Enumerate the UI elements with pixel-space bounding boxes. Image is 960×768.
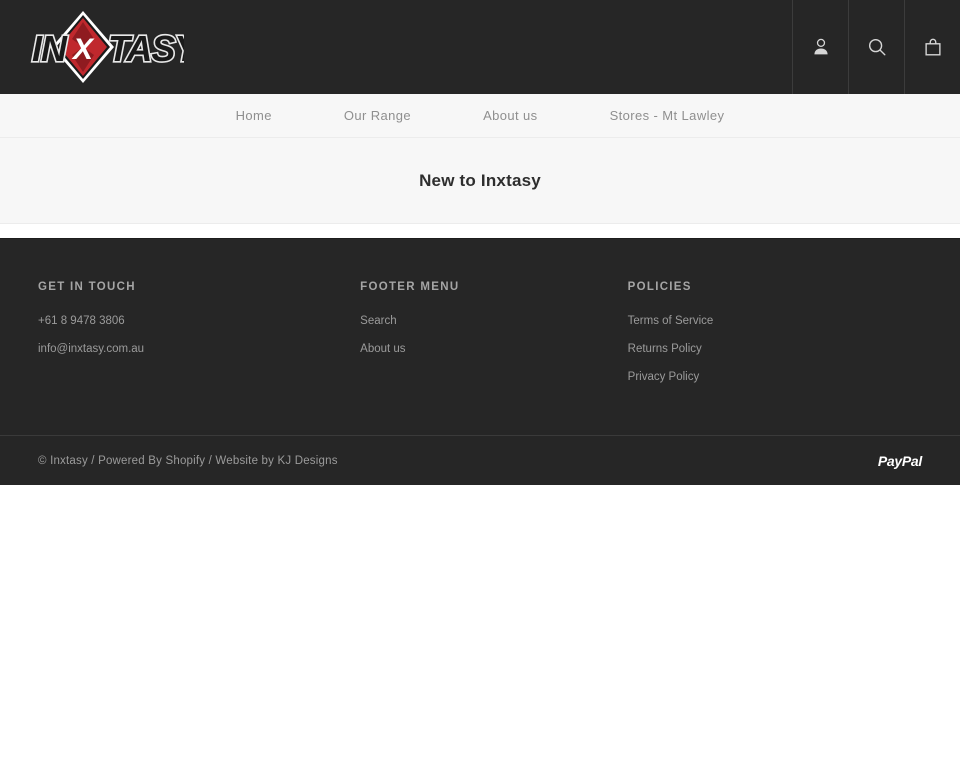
footer-link-search[interactable]: Search — [360, 311, 628, 331]
svg-text:TASY: TASY — [108, 28, 184, 69]
footer-heading-footer-menu: FOOTER MENU — [360, 281, 460, 293]
footer-email[interactable]: info@inxtasy.com.au — [38, 339, 360, 359]
svg-text:X: X — [71, 33, 95, 66]
nav-list: Home Our Range About us Stores - Mt Lawl… — [200, 108, 761, 123]
footer-column-policies: POLICIES Terms of Service Returns Policy… — [628, 281, 922, 395]
page-title: New to Inxtasy — [419, 170, 541, 190]
site-header: IN TASY X — [0, 0, 960, 94]
account-icon-glyph — [813, 38, 828, 55]
footer-link-privacy-policy[interactable]: Privacy Policy — [628, 367, 922, 387]
footer-column-footer-menu: FOOTER MENU Search About us — [360, 281, 628, 395]
paypal-icon: PayPal — [877, 452, 922, 469]
main-navigation: Home Our Range About us Stores - Mt Lawl… — [0, 94, 960, 138]
footer-link-returns-policy[interactable]: Returns Policy — [628, 339, 922, 359]
footer-phone[interactable]: +61 8 9478 3806 — [38, 311, 360, 331]
footer-column-get-in-touch: GET IN TOUCH +61 8 9478 3806 info@inxtas… — [38, 281, 360, 395]
footer-link-terms-of-service[interactable]: Terms of Service — [628, 311, 922, 331]
nav-item-home[interactable]: Home — [200, 108, 308, 123]
copyright-text: © Inxtasy / Powered By Shopify / Website… — [38, 454, 338, 467]
search-icon[interactable] — [848, 0, 904, 94]
cart-icon-glyph — [924, 38, 941, 56]
page-background — [0, 485, 960, 768]
nav-item-about-us[interactable]: About us — [447, 108, 574, 123]
nav-item-our-range[interactable]: Our Range — [308, 108, 447, 123]
page-banner: New to Inxtasy — [0, 138, 960, 224]
header-icon-group — [792, 0, 960, 94]
footer-link-about-us[interactable]: About us — [360, 339, 628, 359]
logo-link[interactable]: IN TASY X — [22, 9, 184, 85]
footer-heading-policies: POLICIES — [627, 281, 692, 293]
search-icon-glyph — [868, 38, 885, 56]
content-area — [0, 224, 960, 238]
footer-columns: GET IN TOUCH +61 8 9478 3806 info@inxtas… — [0, 281, 960, 435]
account-icon[interactable] — [792, 0, 848, 94]
svg-text:IN: IN — [32, 28, 68, 69]
inxtasy-logo: IN TASY X — [30, 11, 184, 83]
footer-bottom-bar: © Inxtasy / Powered By Shopify / Website… — [0, 435, 960, 485]
footer-heading-get-in-touch: GET IN TOUCH — [38, 281, 136, 293]
site-footer: GET IN TOUCH +61 8 9478 3806 info@inxtas… — [0, 238, 960, 485]
cart-icon[interactable] — [904, 0, 960, 94]
nav-item-stores[interactable]: Stores - Mt Lawley — [574, 108, 761, 123]
